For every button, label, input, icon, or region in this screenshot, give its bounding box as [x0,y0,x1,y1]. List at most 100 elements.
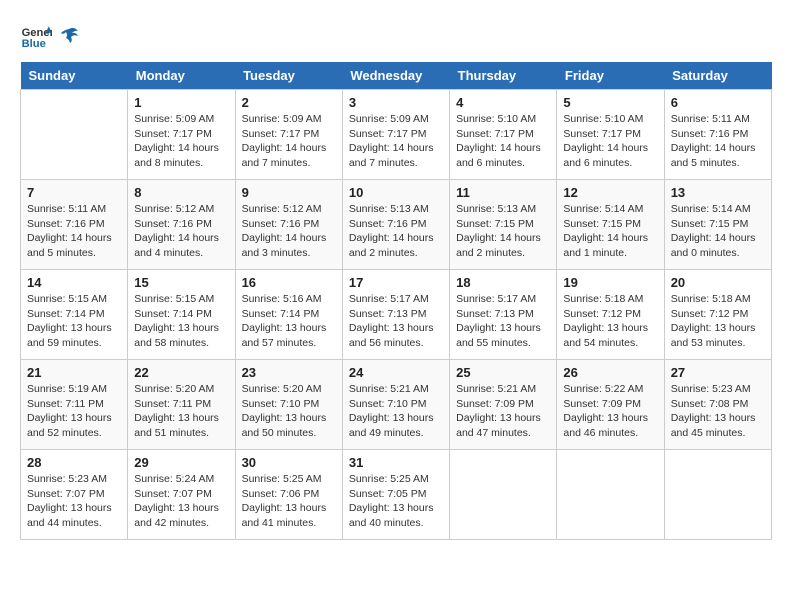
day-info: Sunrise: 5:13 AM Sunset: 7:16 PM Dayligh… [349,202,443,261]
day-header-tuesday: Tuesday [235,62,342,90]
calendar-cell: 20 Sunrise: 5:18 AM Sunset: 7:12 PM Dayli… [664,270,771,360]
day-info: Sunrise: 5:11 AM Sunset: 7:16 PM Dayligh… [671,112,765,171]
day-info: Sunrise: 5:20 AM Sunset: 7:11 PM Dayligh… [134,382,228,441]
calendar-cell: 10 Sunrise: 5:13 AM Sunset: 7:16 PM Dayli… [342,180,449,270]
calendar-cell: 12 Sunrise: 5:14 AM Sunset: 7:15 PM Dayli… [557,180,664,270]
day-info: Sunrise: 5:13 AM Sunset: 7:15 PM Dayligh… [456,202,550,261]
day-number: 19 [563,275,657,290]
day-number: 3 [349,95,443,110]
calendar-cell [450,450,557,540]
day-number: 11 [456,185,550,200]
day-number: 10 [349,185,443,200]
day-info: Sunrise: 5:14 AM Sunset: 7:15 PM Dayligh… [671,202,765,261]
svg-text:Blue: Blue [22,38,46,50]
day-number: 27 [671,365,765,380]
day-number: 18 [456,275,550,290]
calendar-cell: 18 Sunrise: 5:17 AM Sunset: 7:13 PM Dayli… [450,270,557,360]
calendar-cell: 11 Sunrise: 5:13 AM Sunset: 7:15 PM Dayli… [450,180,557,270]
day-number: 2 [242,95,336,110]
day-number: 1 [134,95,228,110]
day-number: 12 [563,185,657,200]
calendar-cell [557,450,664,540]
day-info: Sunrise: 5:23 AM Sunset: 7:07 PM Dayligh… [27,472,121,531]
week-row-3: 14 Sunrise: 5:15 AM Sunset: 7:14 PM Dayli… [21,270,772,360]
day-number: 13 [671,185,765,200]
day-info: Sunrise: 5:10 AM Sunset: 7:17 PM Dayligh… [563,112,657,171]
day-number: 22 [134,365,228,380]
day-number: 23 [242,365,336,380]
day-header-sunday: Sunday [21,62,128,90]
day-number: 20 [671,275,765,290]
calendar-cell: 21 Sunrise: 5:19 AM Sunset: 7:11 PM Dayli… [21,360,128,450]
calendar-cell: 4 Sunrise: 5:10 AM Sunset: 7:17 PM Daylig… [450,90,557,180]
day-info: Sunrise: 5:25 AM Sunset: 7:05 PM Dayligh… [349,472,443,531]
day-number: 5 [563,95,657,110]
day-header-wednesday: Wednesday [342,62,449,90]
svg-text:General: General [22,27,52,39]
day-info: Sunrise: 5:25 AM Sunset: 7:06 PM Dayligh… [242,472,336,531]
day-info: Sunrise: 5:09 AM Sunset: 7:17 PM Dayligh… [242,112,336,171]
day-number: 4 [456,95,550,110]
calendar-cell: 19 Sunrise: 5:18 AM Sunset: 7:12 PM Dayli… [557,270,664,360]
day-info: Sunrise: 5:19 AM Sunset: 7:11 PM Dayligh… [27,382,121,441]
day-number: 8 [134,185,228,200]
week-row-4: 21 Sunrise: 5:19 AM Sunset: 7:11 PM Dayli… [21,360,772,450]
calendar-table: SundayMondayTuesdayWednesdayThursdayFrid… [20,62,772,540]
day-info: Sunrise: 5:18 AM Sunset: 7:12 PM Dayligh… [671,292,765,351]
calendar-cell: 30 Sunrise: 5:25 AM Sunset: 7:06 PM Dayli… [235,450,342,540]
calendar-cell: 13 Sunrise: 5:14 AM Sunset: 7:15 PM Dayli… [664,180,771,270]
logo: General Blue [20,20,80,52]
day-info: Sunrise: 5:17 AM Sunset: 7:13 PM Dayligh… [349,292,443,351]
day-number: 21 [27,365,121,380]
calendar-cell: 31Sunrise: 5:25 AM Sunset: 7:05 PM Dayli… [342,450,449,540]
day-header-friday: Friday [557,62,664,90]
day-info: Sunrise: 5:23 AM Sunset: 7:08 PM Dayligh… [671,382,765,441]
day-header-saturday: Saturday [664,62,771,90]
day-number: 24 [349,365,443,380]
day-info: Sunrise: 5:21 AM Sunset: 7:09 PM Dayligh… [456,382,550,441]
calendar-cell: 5 Sunrise: 5:10 AM Sunset: 7:17 PM Daylig… [557,90,664,180]
calendar-cell: 23 Sunrise: 5:20 AM Sunset: 7:10 PM Dayli… [235,360,342,450]
day-number: 16 [242,275,336,290]
week-row-2: 7Sunrise: 5:11 AM Sunset: 7:16 PM Daylig… [21,180,772,270]
week-row-5: 28 Sunrise: 5:23 AM Sunset: 7:07 PM Dayli… [21,450,772,540]
day-info: Sunrise: 5:09 AM Sunset: 7:17 PM Dayligh… [349,112,443,171]
days-header-row: SundayMondayTuesdayWednesdayThursdayFrid… [21,62,772,90]
day-number: 15 [134,275,228,290]
calendar-cell: 8 Sunrise: 5:12 AM Sunset: 7:16 PM Daylig… [128,180,235,270]
day-info: Sunrise: 5:14 AM Sunset: 7:15 PM Dayligh… [563,202,657,261]
day-header-monday: Monday [128,62,235,90]
page-header: General Blue [20,20,772,52]
day-number: 28 [27,455,121,470]
day-number: 14 [27,275,121,290]
day-info: Sunrise: 5:18 AM Sunset: 7:12 PM Dayligh… [563,292,657,351]
day-number: 29 [134,455,228,470]
calendar-cell [664,450,771,540]
calendar-cell: 3 Sunrise: 5:09 AM Sunset: 7:17 PM Daylig… [342,90,449,180]
day-info: Sunrise: 5:10 AM Sunset: 7:17 PM Dayligh… [456,112,550,171]
day-info: Sunrise: 5:15 AM Sunset: 7:14 PM Dayligh… [27,292,121,351]
calendar-cell: 26Sunrise: 5:22 AM Sunset: 7:09 PM Dayli… [557,360,664,450]
day-number: 25 [456,365,550,380]
day-info: Sunrise: 5:16 AM Sunset: 7:14 PM Dayligh… [242,292,336,351]
logo-icon: General Blue [20,20,52,52]
day-header-thursday: Thursday [450,62,557,90]
day-number: 17 [349,275,443,290]
calendar-cell [21,90,128,180]
calendar-cell: 28 Sunrise: 5:23 AM Sunset: 7:07 PM Dayli… [21,450,128,540]
day-info: Sunrise: 5:09 AM Sunset: 7:17 PM Dayligh… [134,112,228,171]
calendar-body: 1 Sunrise: 5:09 AM Sunset: 7:17 PM Daylig… [21,90,772,540]
week-row-1: 1 Sunrise: 5:09 AM Sunset: 7:17 PM Daylig… [21,90,772,180]
day-info: Sunrise: 5:17 AM Sunset: 7:13 PM Dayligh… [456,292,550,351]
day-info: Sunrise: 5:20 AM Sunset: 7:10 PM Dayligh… [242,382,336,441]
day-number: 26 [563,365,657,380]
day-info: Sunrise: 5:11 AM Sunset: 7:16 PM Dayligh… [27,202,121,261]
calendar-cell: 14 Sunrise: 5:15 AM Sunset: 7:14 PM Dayli… [21,270,128,360]
day-info: Sunrise: 5:12 AM Sunset: 7:16 PM Dayligh… [242,202,336,261]
calendar-cell: 7Sunrise: 5:11 AM Sunset: 7:16 PM Daylig… [21,180,128,270]
day-number: 30 [242,455,336,470]
calendar-cell: 22 Sunrise: 5:20 AM Sunset: 7:11 PM Dayli… [128,360,235,450]
calendar-cell: 25 Sunrise: 5:21 AM Sunset: 7:09 PM Dayli… [450,360,557,450]
day-number: 9 [242,185,336,200]
day-info: Sunrise: 5:12 AM Sunset: 7:16 PM Dayligh… [134,202,228,261]
